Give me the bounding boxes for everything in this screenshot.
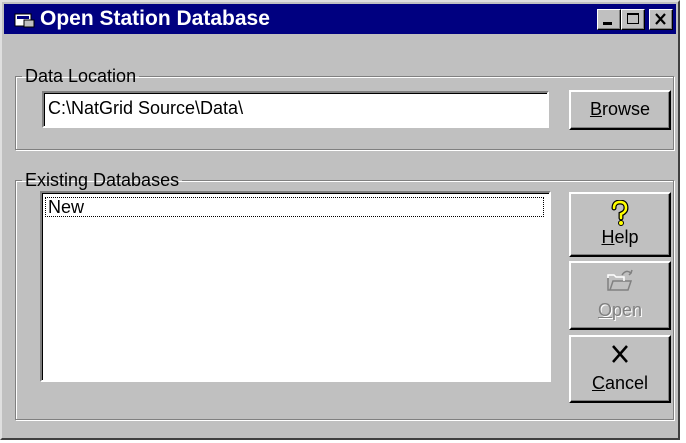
existing-databases-label: Existing Databases (25, 170, 180, 190)
maximize-icon (627, 13, 639, 24)
open-mnemonic: O (597, 300, 612, 320)
minimize-icon (603, 22, 612, 25)
window-title: Open Station Database (40, 7, 270, 30)
browse-mnemonic: B (589, 99, 602, 119)
open-button[interactable]: Open (569, 261, 671, 330)
open-label-rest: pen (611, 300, 643, 320)
list-item[interactable]: New (45, 197, 544, 217)
data-location-path-input[interactable]: C:\NatGrid Source\Data\ (42, 91, 549, 128)
databases-listbox[interactable]: New (40, 191, 551, 382)
open-label: Open (571, 300, 669, 320)
maximize-button[interactable] (621, 9, 645, 30)
cancel-mnemonic: C (591, 373, 605, 393)
open-station-database-window: Open Station Database Data Location C:\N… (0, 0, 680, 440)
browse-button[interactable]: Browse (569, 90, 671, 130)
cancel-button[interactable]: Cancel (569, 335, 671, 403)
help-label: Help (571, 227, 669, 247)
database-app-icon (14, 13, 35, 28)
close-icon (655, 13, 666, 25)
x-cancel-icon (612, 345, 628, 363)
help-button[interactable]: Help (569, 192, 671, 257)
cancel-label: Cancel (571, 373, 669, 393)
cancel-label-rest: ancel (604, 373, 649, 393)
browse-label: rowse (602, 99, 651, 119)
open-folder-icon (607, 269, 633, 291)
question-mark-icon (611, 200, 629, 226)
help-mnemonic: H (601, 227, 615, 247)
data-location-label: Data Location (25, 66, 137, 86)
title-bar[interactable]: Open Station Database (4, 4, 676, 34)
minimize-button[interactable] (597, 9, 621, 30)
help-label-rest: elp (614, 227, 639, 247)
close-button[interactable] (649, 9, 673, 30)
